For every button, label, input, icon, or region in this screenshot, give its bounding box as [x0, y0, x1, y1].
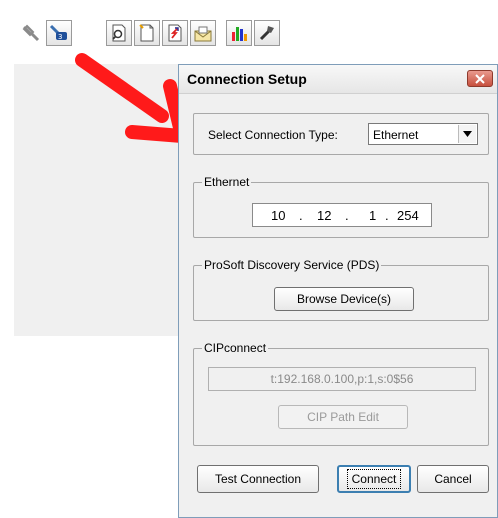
pds-group: ProSoft Discovery Service (PDS) Browse D…: [193, 258, 489, 321]
connect-button-label: Connect: [346, 469, 402, 489]
ip-octet-2[interactable]: 12: [317, 208, 331, 223]
project-tree-pane: [14, 64, 178, 336]
ip-dot: .: [385, 208, 389, 223]
connection-setup-dialog: Connection Setup Select Connection Type:…: [178, 64, 498, 518]
ip-dot: .: [345, 208, 349, 223]
ip-octet-4[interactable]: 254: [397, 208, 419, 223]
envelope-icon: [194, 26, 212, 42]
dropdown-button[interactable]: [458, 125, 476, 143]
dialog-titlebar[interactable]: Connection Setup: [179, 65, 497, 94]
connection-type-label: Select Connection Type:: [208, 128, 338, 142]
ethernet-legend: Ethernet: [202, 175, 252, 189]
cipconnect-legend: CIPconnect: [202, 341, 269, 355]
bar-chart-icon: [232, 27, 247, 41]
cip-path-field: t:192.168.0.100,p:1,s:0$56: [208, 367, 476, 391]
ethernet-group: Ethernet 10 . 12 . 1 . 254: [193, 175, 489, 238]
toolbar-mail-button[interactable]: [190, 20, 216, 46]
toolbar-connect-button[interactable]: [18, 20, 44, 46]
cancel-button[interactable]: Cancel: [417, 465, 489, 493]
connect-button[interactable]: Connect: [337, 465, 411, 493]
ip-octet-1[interactable]: 10: [271, 208, 285, 223]
toolbar-chart-button[interactable]: [226, 20, 252, 46]
chevron-down-icon: [463, 131, 472, 137]
svg-text:3: 3: [58, 33, 62, 41]
test-connection-button[interactable]: Test Connection: [197, 465, 319, 493]
pds-legend: ProSoft Discovery Service (PDS): [202, 258, 382, 272]
connection-type-value: Ethernet: [373, 128, 419, 142]
new-document-icon: [139, 24, 154, 42]
close-button[interactable]: [467, 70, 493, 87]
ip-address-field[interactable]: 10 . 12 . 1 . 254: [252, 203, 432, 227]
upload-document-icon: [168, 24, 182, 42]
toolbar-upload-button[interactable]: [162, 20, 188, 46]
toolbar-tools-button[interactable]: [254, 20, 280, 46]
toolbar: 3: [0, 0, 498, 64]
connection-type-select[interactable]: Ethernet: [368, 123, 478, 145]
close-icon: [475, 73, 485, 84]
dialog-title: Connection Setup: [187, 71, 307, 87]
connection-type-group: Select Connection Type: Ethernet: [193, 113, 489, 155]
cip-path-edit-button: CIP Path Edit: [278, 405, 408, 429]
tools-icon: [259, 26, 274, 41]
ethernet-config-icon: 3: [49, 24, 67, 41]
toolbar-ethernet-button[interactable]: 3: [46, 20, 72, 46]
cipconnect-group: CIPconnect t:192.168.0.100,p:1,s:0$56 CI…: [193, 341, 489, 446]
toolbar-new-button[interactable]: [134, 20, 160, 46]
search-document-icon: [112, 24, 126, 42]
ip-octet-3[interactable]: 1: [369, 208, 376, 223]
ip-dot: .: [299, 208, 303, 223]
browse-devices-button[interactable]: Browse Device(s): [274, 287, 414, 311]
connect-plug-icon: [22, 24, 40, 42]
toolbar-search-button[interactable]: [106, 20, 132, 46]
